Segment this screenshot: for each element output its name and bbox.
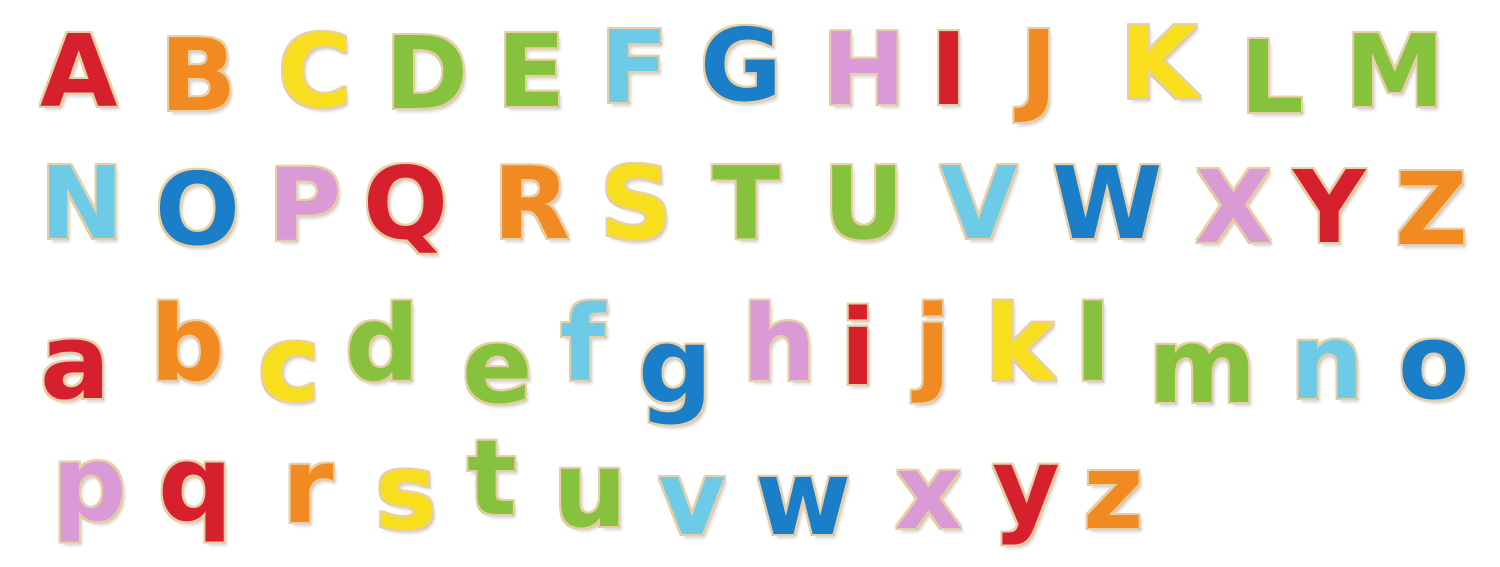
letter-lower-c: c: [258, 303, 320, 425]
letter-lower-o: o: [1398, 301, 1470, 423]
letter-upper-x: X: [1195, 149, 1273, 266]
letter-lower-y: y: [992, 425, 1060, 547]
letter-upper-e: E: [497, 13, 566, 130]
letter-lower-a: a: [40, 301, 111, 423]
letter-lower-x: x: [895, 431, 963, 553]
lowercase-row-p-to-z: pqrstuvwxyz: [0, 417, 1500, 553]
letter-upper-k: K: [1120, 5, 1198, 122]
letter-upper-q: Q: [363, 145, 449, 262]
letter-upper-p: P: [268, 147, 342, 264]
letter-upper-a: A: [40, 13, 118, 130]
letter-lower-q: q: [158, 423, 233, 545]
letter-upper-y: Y: [1293, 149, 1366, 266]
letter-lower-d: d: [345, 283, 420, 405]
letter-upper-m: M: [1345, 13, 1445, 130]
letter-lower-w: w: [755, 437, 852, 559]
letter-upper-o: O: [155, 151, 241, 268]
letter-lower-r: r: [282, 425, 334, 547]
letter-lower-z: z: [1083, 431, 1144, 553]
letter-upper-h: H: [822, 11, 906, 128]
letter-lower-v: v: [658, 437, 726, 559]
letter-lower-i: i: [840, 287, 876, 409]
letter-upper-f: F: [600, 9, 669, 126]
letter-lower-k: k: [985, 283, 1055, 405]
letter-upper-l: L: [1240, 19, 1304, 136]
uppercase-row-a-to-m: ABCDEFGHIJKLM: [0, 5, 1500, 134]
letter-lower-m: m: [1148, 305, 1257, 427]
letter-upper-g: G: [700, 7, 783, 124]
letter-upper-b: B: [160, 17, 237, 134]
letter-lower-b: b: [150, 283, 225, 405]
letter-upper-w: W: [1052, 145, 1163, 262]
letter-lower-n: n: [1290, 301, 1365, 423]
lowercase-row-a-to-o: abcdefghijklmno: [0, 283, 1500, 423]
alphabet-letters-photo: ABCDEFGHIJKLM NOPQRSTUVWXYZ abcdefghijkl…: [0, 0, 1500, 567]
letter-lower-j: j: [915, 283, 951, 405]
letter-upper-d: D: [385, 15, 469, 132]
letter-lower-h: h: [742, 283, 817, 405]
letter-lower-g: g: [638, 305, 713, 427]
letter-upper-t: T: [712, 145, 781, 262]
uppercase-row-n-to-z: NOPQRSTUVWXYZ: [0, 152, 1500, 262]
letter-upper-s: S: [600, 145, 673, 262]
letter-upper-i: I: [930, 11, 968, 128]
letter-lower-u: u: [553, 429, 628, 551]
letter-upper-v: V: [940, 145, 1018, 262]
letter-upper-j: J: [1020, 9, 1058, 126]
letter-lower-f: f: [560, 283, 606, 405]
letter-lower-l: l: [1075, 283, 1111, 405]
letter-lower-p: p: [52, 423, 127, 545]
letter-upper-r: R: [493, 145, 571, 262]
letter-lower-t: t: [467, 417, 517, 539]
letter-upper-z: Z: [1395, 151, 1468, 268]
letter-lower-s: s: [375, 431, 437, 553]
letter-upper-u: U: [823, 145, 905, 262]
letter-lower-e: e: [462, 305, 533, 427]
letter-upper-n: N: [40, 145, 124, 262]
letter-upper-c: C: [278, 13, 352, 130]
